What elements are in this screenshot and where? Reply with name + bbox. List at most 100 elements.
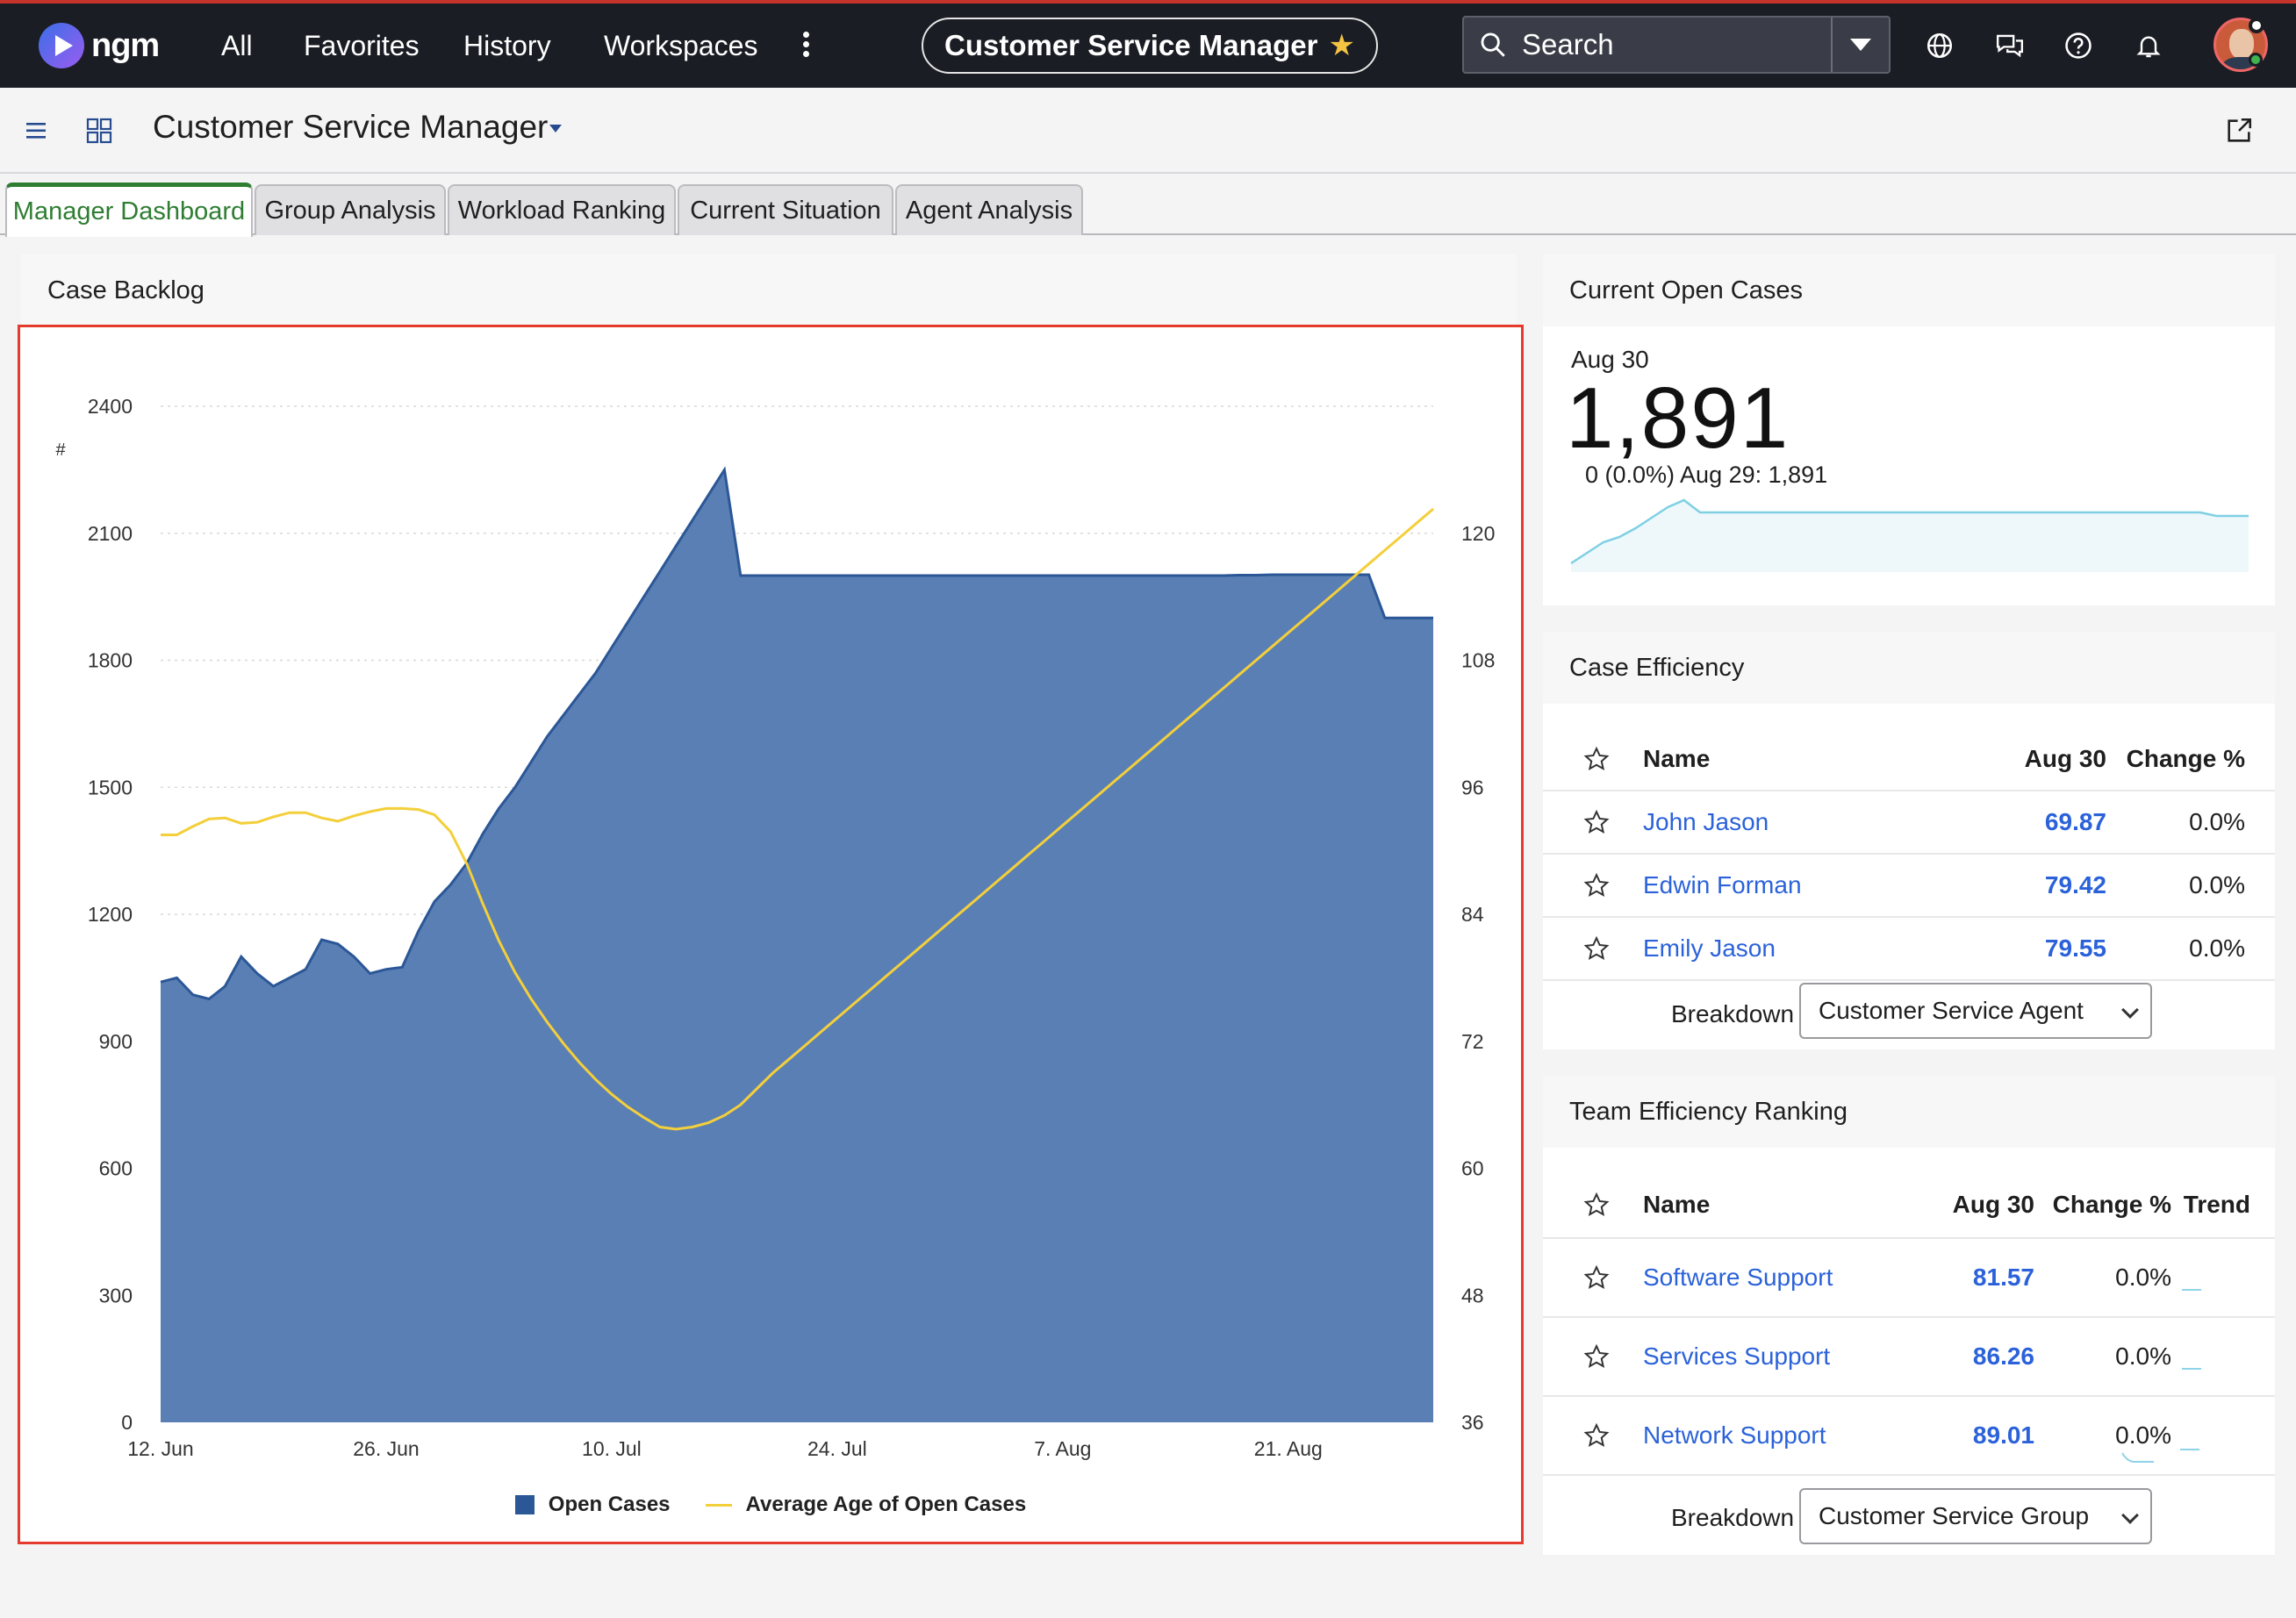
- x-tick-label: 26. Jun: [353, 1437, 419, 1460]
- team-name-link[interactable]: Network Support: [1643, 1397, 1826, 1474]
- tab-current-situation-label: Current Situation: [690, 196, 881, 225]
- chevron-down-icon: [2121, 1507, 2139, 1524]
- star-outline-icon[interactable]: [1583, 1172, 1610, 1237]
- agent-name-link[interactable]: Emily Jason: [1643, 918, 1776, 979]
- brand-logo[interactable]: ngm: [39, 21, 160, 70]
- tab-workload-ranking-label: Workload Ranking: [457, 196, 666, 225]
- nav-favorites[interactable]: Favorites: [304, 23, 420, 68]
- legend-open-cases-label[interactable]: Open Cases: [549, 1493, 671, 1517]
- team-score[interactable]: 81.57: [1894, 1239, 2034, 1316]
- notification-badge: [2249, 18, 2264, 33]
- search-scope-dropdown[interactable]: [1831, 18, 1889, 72]
- table-row: Emily Jason 79.55 0.0%: [1543, 918, 2275, 981]
- case-backlog-chart[interactable]: 0 300 600 900 1200 1500 1800 2100 2400 36 48 60 72 84…: [18, 325, 1524, 1544]
- col-change[interactable]: Change %: [2087, 728, 2245, 790]
- group-breakdown-value: Customer Service Group: [1819, 1502, 2090, 1529]
- share-export-icon[interactable]: [2224, 116, 2254, 146]
- team-score[interactable]: 89.01: [1894, 1397, 2034, 1474]
- nav-favorites-label[interactable]: Favorites: [304, 30, 420, 62]
- favorite-star-icon[interactable]: ★: [1329, 28, 1355, 63]
- globe-icon[interactable]: [1920, 26, 1959, 65]
- tab-workload-ranking[interactable]: Workload Ranking: [448, 184, 676, 235]
- agent-name-link[interactable]: John Jason: [1643, 791, 1769, 853]
- table-row: Services Support 86.26 0.0%: [1543, 1318, 2275, 1397]
- y2-tick-label: 120: [1461, 522, 1495, 545]
- help-icon[interactable]: [2059, 26, 2098, 65]
- agent-change: 0.0%: [2189, 808, 2245, 835]
- y-unit-label: #: [55, 440, 66, 460]
- current-open-cases-header: Current Open Cases: [1543, 254, 2275, 326]
- nav-workspaces[interactable]: Workspaces: [604, 23, 757, 68]
- agent-name-link[interactable]: Edwin Forman: [1643, 855, 1802, 916]
- legend-avg-age-swatch[interactable]: [705, 1503, 732, 1507]
- nav-history[interactable]: History: [463, 23, 551, 68]
- online-status-dot: [2249, 53, 2263, 67]
- team-name-link[interactable]: Services Support: [1643, 1318, 1830, 1395]
- tab-group-analysis[interactable]: Group Analysis: [255, 184, 446, 235]
- star-outline-icon[interactable]: [1583, 791, 1610, 853]
- nav-workspaces-label[interactable]: Workspaces: [604, 30, 757, 62]
- y-tick-label: 1500: [88, 776, 133, 798]
- tab-manager-dashboard-label: Manager Dashboard: [12, 197, 246, 226]
- nav-all-label[interactable]: All: [221, 30, 253, 62]
- y-tick-label: 2400: [88, 395, 133, 418]
- y-tick-label: 1800: [88, 649, 133, 672]
- team-ranking-header-row: Name Aug 30 Change % Trend: [1543, 1172, 2275, 1239]
- agent-score[interactable]: 69.87: [1948, 791, 2106, 853]
- x-tick-label: 12. Jun: [127, 1437, 193, 1460]
- current-open-cases-panel: Current Open Cases Aug 30 1,891 0 (0.0%)…: [1543, 254, 2275, 605]
- y-tick-label: 2100: [88, 522, 133, 545]
- tab-manager-dashboard[interactable]: Manager Dashboard: [5, 183, 253, 237]
- table-row: Network Support 89.01 0.0%: [1543, 1397, 2275, 1476]
- x-tick-label: 7. Aug: [1034, 1437, 1091, 1460]
- y-tick-label: 0: [121, 1411, 133, 1434]
- logo-icon: [39, 23, 84, 68]
- agent-breakdown-value: Customer Service Agent: [1819, 997, 2084, 1024]
- legend-avg-age-label[interactable]: Average Age of Open Cases: [746, 1493, 1027, 1517]
- more-menu-icon[interactable]: [800, 28, 811, 67]
- agent-score[interactable]: 79.55: [1948, 918, 2106, 979]
- open-cases-value[interactable]: 1,891: [1566, 369, 1790, 468]
- chart-legend: Open Cases Average Age of Open Cases: [20, 1493, 1521, 1517]
- agent-breakdown-select[interactable]: Customer Service Agent: [1799, 983, 2152, 1039]
- search-icon: [1481, 32, 1505, 57]
- chat-icon[interactable]: [1991, 26, 2029, 65]
- hamburger-menu-icon[interactable]: [26, 121, 49, 140]
- y2-tick-label: 72: [1461, 1030, 1484, 1053]
- dashboard-title: Customer Service Manager: [153, 109, 549, 145]
- table-row: John Jason 69.87 0.0%: [1543, 791, 2275, 855]
- col-trend[interactable]: Trend: [2145, 1172, 2250, 1237]
- case-efficiency-header-row: Name Aug 30 Change %: [1543, 728, 2275, 791]
- breakdown-label: Breakdown: [1671, 1504, 1795, 1531]
- col-name[interactable]: Name: [1643, 728, 1710, 790]
- star-outline-icon[interactable]: [1583, 918, 1610, 979]
- x-tick-label: 21. Aug: [1254, 1437, 1323, 1460]
- team-name-link[interactable]: Software Support: [1643, 1239, 1833, 1316]
- y2-tick-label: 108: [1461, 649, 1495, 672]
- y-tick-label: 300: [99, 1284, 133, 1307]
- group-breakdown-select[interactable]: Customer Service Group: [1799, 1488, 2152, 1544]
- agent-change: 0.0%: [2189, 934, 2245, 962]
- context-pill[interactable]: Customer Service Manager ★: [922, 18, 1378, 74]
- global-search[interactable]: Search: [1462, 16, 1891, 74]
- team-score[interactable]: 86.26: [1894, 1318, 2034, 1395]
- dashboard-tabs: Manager Dashboard Group Analysis Workloa…: [0, 183, 2296, 237]
- dashboard-switcher-caret-icon[interactable]: [549, 125, 562, 132]
- tab-agent-analysis[interactable]: Agent Analysis: [895, 184, 1083, 235]
- bell-icon[interactable]: [2129, 26, 2168, 65]
- agent-score[interactable]: 79.42: [1948, 855, 2106, 916]
- col-aug30[interactable]: Aug 30: [1894, 1172, 2034, 1237]
- grid-view-icon[interactable]: [86, 118, 112, 144]
- star-outline-icon[interactable]: [1583, 728, 1610, 790]
- star-outline-icon[interactable]: [1583, 1318, 1610, 1395]
- nav-all[interactable]: All: [221, 23, 253, 68]
- tab-current-situation[interactable]: Current Situation: [678, 184, 893, 235]
- nav-history-label[interactable]: History: [463, 30, 551, 62]
- star-outline-icon[interactable]: [1583, 1239, 1610, 1316]
- col-aug30[interactable]: Aug 30: [1948, 728, 2106, 790]
- star-outline-icon[interactable]: [1583, 855, 1610, 916]
- star-outline-icon[interactable]: [1583, 1397, 1610, 1474]
- y-tick-label: 600: [99, 1157, 133, 1180]
- col-name[interactable]: Name: [1643, 1172, 1710, 1237]
- legend-open-cases-swatch[interactable]: [514, 1495, 535, 1514]
